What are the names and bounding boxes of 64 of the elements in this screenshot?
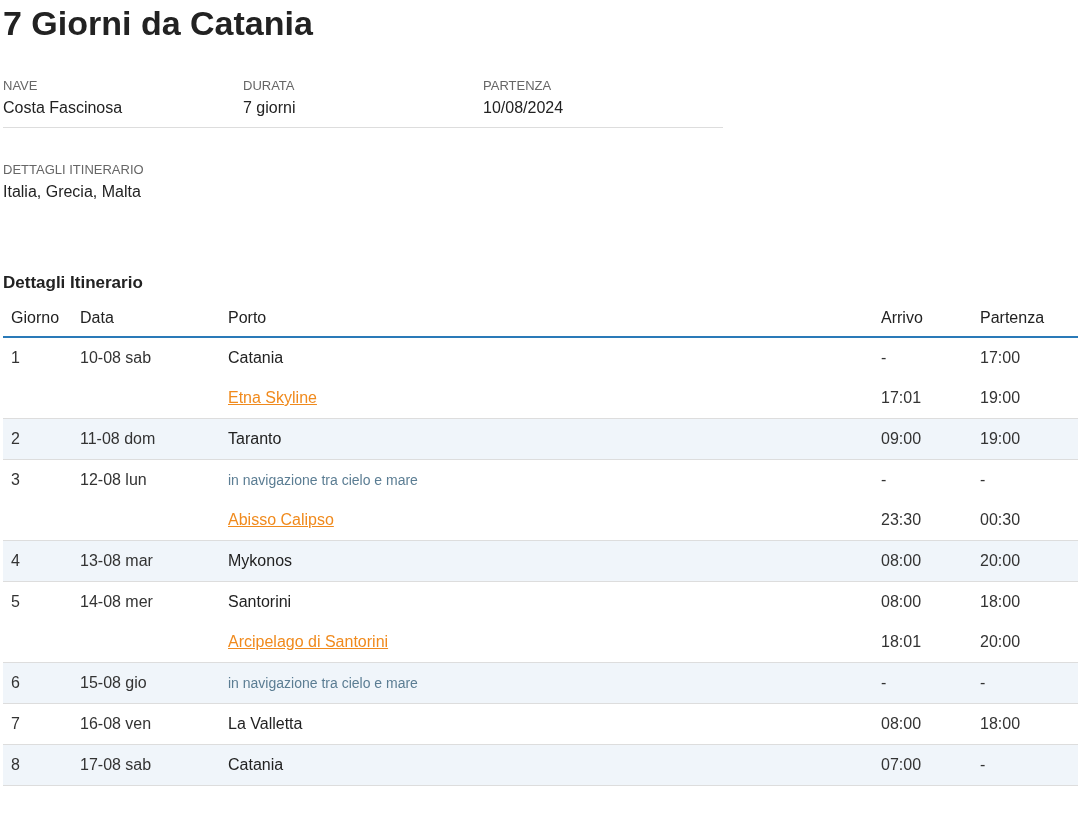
departure-time: - <box>980 471 986 488</box>
column-header: Partenza <box>980 308 1045 326</box>
date-text: 11-08 dom <box>80 430 156 447</box>
arrival-time: 08:00 <box>881 715 922 732</box>
departure-time: 18:00 <box>980 593 1021 610</box>
info-label: DETTAGLI ITINERARIO <box>3 161 145 179</box>
day-number: 8 <box>11 756 20 773</box>
info-label: PARTENZA <box>483 77 553 95</box>
day-number: 2 <box>11 430 20 447</box>
arrival-time: 09:00 <box>881 430 922 447</box>
date-text: 16-08 ven <box>80 715 152 732</box>
arrival-time: - <box>881 674 887 691</box>
excursion-link[interactable]: Arcipelago di Santorini <box>228 633 389 650</box>
info-label: NAVE <box>3 77 39 95</box>
port-name: Catania <box>228 756 284 773</box>
port-name: Catania <box>228 349 284 366</box>
info-value: 7 giorni <box>243 98 297 118</box>
arrival-time: 08:00 <box>881 552 922 569</box>
departure-time: 19:00 <box>980 389 1021 406</box>
day-number: 3 <box>11 471 20 488</box>
port-name: Mykonos <box>228 552 293 569</box>
column-header: Giorno <box>11 308 60 326</box>
port-name: Santorini <box>228 593 292 610</box>
sea-day-note: in navigazione tra cielo e mare <box>228 472 418 488</box>
arrival-time: 23:30 <box>881 511 922 528</box>
port-name: Taranto <box>228 430 282 447</box>
date-text: 13-08 mar <box>80 552 153 569</box>
arrival-time: 07:00 <box>881 756 922 773</box>
column-header: Data <box>80 308 114 326</box>
column-header: Porto <box>228 308 267 326</box>
arrival-time: - <box>881 349 887 366</box>
arrival-time: 18:01 <box>881 633 922 650</box>
date-text: 15-08 gio <box>80 674 147 691</box>
departure-time: 18:00 <box>980 715 1021 732</box>
info-value: Italia, Grecia, Malta <box>3 182 142 202</box>
port-name: La Valletta <box>228 715 303 732</box>
sea-day-note: in navigazione tra cielo e mare <box>228 675 418 691</box>
day-number: 1 <box>11 349 20 366</box>
excursion-link[interactable]: Abisso Calipso <box>228 511 334 528</box>
day-number: 4 <box>11 552 20 569</box>
departure-time: - <box>980 756 986 773</box>
date-text: 10-08 sab <box>80 349 152 366</box>
departure-time: 20:00 <box>980 552 1021 569</box>
day-number: 7 <box>11 715 20 732</box>
section-title: Dettagli Itinerario <box>3 272 144 294</box>
departure-time: 17:00 <box>980 349 1021 366</box>
info-value: 10/08/2024 <box>483 98 565 118</box>
excursion-link[interactable]: Etna Skyline <box>228 389 317 406</box>
departure-time: 20:00 <box>980 633 1021 650</box>
departure-time: - <box>980 674 986 691</box>
info-label: DURATA <box>243 77 296 95</box>
page-title: 7 Giorni da Catania <box>3 3 314 44</box>
departure-time: 19:00 <box>980 430 1021 447</box>
arrival-time: 17:01 <box>881 389 922 406</box>
column-header: Arrivo <box>881 308 923 326</box>
date-text: 12-08 lun <box>80 471 147 488</box>
day-number: 5 <box>11 593 20 610</box>
day-number: 6 <box>11 674 20 691</box>
arrival-time: - <box>881 471 887 488</box>
date-text: 14-08 mer <box>80 593 153 610</box>
info-value: Costa Fascinosa <box>3 98 124 118</box>
date-text: 17-08 sab <box>80 756 152 773</box>
arrival-time: 08:00 <box>881 593 922 610</box>
departure-time: 00:30 <box>980 511 1021 528</box>
